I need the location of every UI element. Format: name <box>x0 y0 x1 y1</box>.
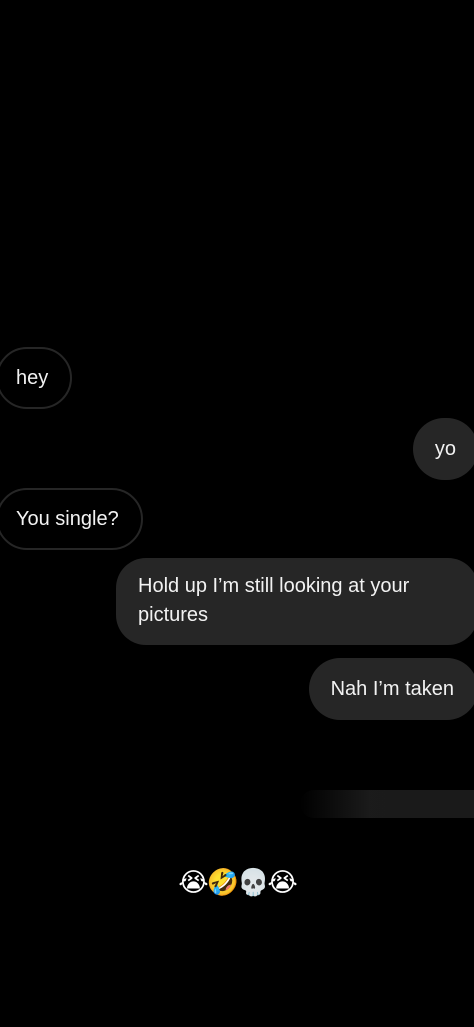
message-text: You single? <box>16 507 119 530</box>
message-bubble-outgoing[interactable]: Hold up I’m still looking at your pictur… <box>116 558 474 645</box>
message-text: Nah I’m taken <box>330 677 454 700</box>
message-bubble-outgoing[interactable]: yo <box>412 418 474 480</box>
message-bubble-outgoing[interactable]: Nah I’m taken <box>308 658 474 720</box>
chat-thread: hey yo You single? Hold up I’m still loo… <box>0 0 474 1027</box>
message-bubble-incoming[interactable]: hey <box>0 347 73 409</box>
message-text: yo <box>434 437 456 460</box>
message-text: Hold up I’m still looking at your pictur… <box>138 575 410 626</box>
faded-bubble-edge <box>300 790 474 818</box>
emoji-caption: 😭🤣💀😭 <box>178 868 298 898</box>
message-bubble-incoming[interactable]: You single? <box>0 488 143 550</box>
message-text: hey <box>16 366 49 389</box>
